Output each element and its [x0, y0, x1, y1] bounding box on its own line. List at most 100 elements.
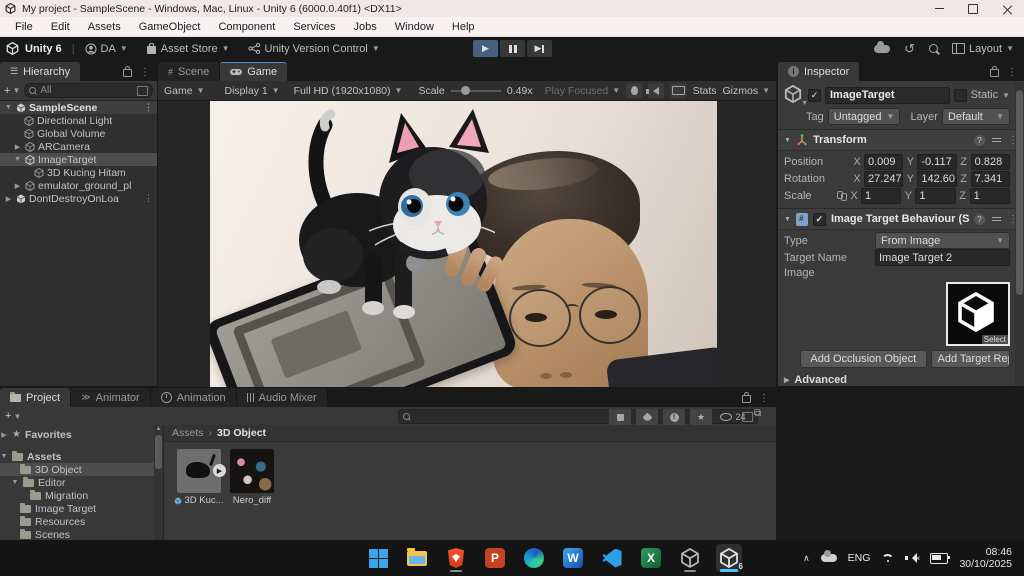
help-icon[interactable]: ? [974, 135, 985, 146]
tab-inspector[interactable]: i Inspector [778, 62, 859, 81]
asset-store-dropdown[interactable]: Asset Store▼ [146, 43, 230, 55]
menu-services[interactable]: Services [284, 21, 344, 33]
scale-slider-knob[interactable] [461, 86, 470, 95]
tree-scrollbar[interactable]: ▲ [154, 425, 163, 540]
hierarchy-row[interactable]: Directional Light [0, 114, 157, 127]
game-view-popup[interactable]: Game▼ [164, 85, 205, 97]
scrollbar-thumb[interactable] [155, 435, 162, 469]
inspector-scrollbar[interactable] [1015, 82, 1024, 386]
type-dropdown[interactable]: From Image▼ [875, 232, 1010, 249]
menu-assets[interactable]: Assets [79, 21, 130, 33]
presets-icon[interactable] [992, 138, 1001, 142]
step-button[interactable]: ▶ [527, 40, 552, 57]
close-button[interactable] [990, 0, 1024, 17]
maximize-button[interactable] [956, 0, 990, 17]
hierarchy-row-selected[interactable]: ▼ ImageTarget [0, 153, 157, 166]
folder-row[interactable]: ▼ Editor [0, 476, 163, 489]
lock-icon[interactable] [742, 395, 751, 403]
tab-hierarchy[interactable]: ☰ Hierarchy [0, 62, 80, 81]
foldout-open-icon[interactable]: ▼ [13, 156, 22, 163]
muted-speaker-icon[interactable]: × [905, 553, 919, 563]
tab-animation[interactable]: Animation [151, 388, 236, 407]
create-asset-button[interactable]: +▼ [5, 410, 21, 422]
tab-project[interactable]: Project [0, 388, 70, 407]
foldout-closed-icon[interactable]: ▶ [13, 143, 22, 151]
input-button[interactable] [670, 83, 686, 98]
vscode-button[interactable] [599, 544, 625, 572]
play-badge-icon[interactable]: ▶ [213, 464, 226, 477]
advanced-foldout[interactable]: ▶ Advanced [784, 372, 1010, 386]
scale-z-field[interactable]: 1 [970, 188, 1010, 204]
file-explorer-button[interactable] [404, 544, 430, 572]
favorites-row[interactable]: ▶★ Favorites [0, 428, 163, 441]
kebab-menu-icon[interactable]: ⋮ [144, 102, 157, 113]
hierarchy-row-scene[interactable]: ▼ SampleScene ⋮ [0, 101, 157, 114]
select-button[interactable]: Select [982, 335, 1008, 344]
brave-button[interactable] [443, 544, 469, 572]
foldout-open-icon[interactable]: ▼ [784, 137, 791, 144]
search-icon[interactable] [929, 44, 938, 53]
breadcrumb-root[interactable]: Assets [172, 427, 204, 439]
lock-icon[interactable] [123, 69, 132, 77]
scrollbar-thumb[interactable] [1016, 90, 1023, 295]
tray-expand-icon[interactable]: ∧ [803, 553, 810, 564]
clock[interactable]: 08:46 30/10/2025 [959, 546, 1012, 570]
warning-icon[interactable]: ! [662, 409, 685, 425]
scale-x-field[interactable]: 1 [861, 188, 901, 204]
hierarchy-row[interactable]: ▶ ARCamera [0, 140, 157, 153]
visibility-toggle[interactable]: 24 [716, 409, 750, 425]
mute-audio-button[interactable] [648, 83, 664, 98]
hierarchy-row[interactable]: ▶ emulator_ground_pl [0, 179, 157, 192]
hierarchy-row[interactable]: Global Volume [0, 127, 157, 140]
hierarchy-search-input[interactable]: All [24, 83, 153, 98]
component-enabled-checkbox[interactable]: ✓ [813, 213, 826, 226]
word-button[interactable]: W [560, 544, 586, 572]
gameobject-name-field[interactable]: ImageTarget [825, 87, 950, 104]
rotation-x-field[interactable]: 27.247 [864, 171, 903, 187]
hierarchy-row-scene2[interactable]: ▶ DontDestroyOnLoa ⋮ [0, 192, 157, 205]
scroll-up-icon[interactable]: ▲ [154, 425, 163, 434]
scale-slider[interactable] [451, 90, 501, 92]
menu-help[interactable]: Help [443, 21, 484, 33]
menu-file[interactable]: File [6, 21, 42, 33]
folder-row[interactable]: Resources [0, 515, 163, 528]
foldout-closed-icon[interactable]: ▶ [4, 195, 13, 203]
debug-button[interactable] [626, 83, 642, 98]
cloud-icon[interactable] [874, 45, 890, 53]
image-target-thumbnail[interactable]: Select [946, 282, 1010, 346]
language-indicator[interactable]: ENG [848, 552, 871, 564]
label-icon[interactable] [635, 409, 658, 425]
search-by-type-icon[interactable] [608, 409, 631, 425]
help-icon[interactable]: ? [974, 214, 985, 225]
tab-game[interactable]: Game [220, 62, 287, 81]
foldout-open-icon[interactable]: ▼ [4, 104, 13, 111]
kebab-menu-icon[interactable]: ⋮ [759, 393, 769, 404]
add-gameobject-button[interactable]: +▼ [4, 85, 20, 97]
search-by-type-icon[interactable]: ⧉ [754, 408, 761, 419]
foldout-closed-icon[interactable]: ▶ [13, 182, 22, 190]
assets-row[interactable]: ▼ Assets [0, 450, 163, 463]
add-target-representation-button[interactable]: Add Target Rep [931, 350, 1011, 368]
asset-texture[interactable]: Nero_diff [227, 449, 277, 506]
menu-gameobject[interactable]: GameObject [130, 21, 210, 33]
position-y-field[interactable]: -0.117 [917, 154, 956, 170]
menu-jobs[interactable]: Jobs [345, 21, 386, 33]
transform-header[interactable]: ▼ Transform ? ⋮ [778, 129, 1024, 151]
display-dropdown[interactable]: Display 1▼ [225, 85, 280, 97]
position-x-field[interactable]: 0.009 [864, 154, 903, 170]
stats-button[interactable]: Stats [693, 85, 717, 97]
scale-y-field[interactable]: 1 [915, 188, 955, 204]
undo-history-icon[interactable]: ↺ [904, 41, 915, 57]
account-dropdown[interactable]: DA▼ [85, 43, 128, 55]
image-target-behaviour-header[interactable]: ▼ ✓ Image Target Behaviour (S ? ⋮ [778, 208, 1024, 230]
asset-3d-model[interactable]: ▶ 3D Kuc... [174, 449, 224, 506]
presets-icon[interactable] [992, 217, 1001, 221]
position-z-field[interactable]: 0.828 [971, 154, 1010, 170]
folder-row[interactable]: Migration [0, 489, 163, 502]
active-checkbox[interactable]: ✓ [808, 89, 821, 102]
layout-dropdown[interactable]: Layout▼ [952, 43, 1014, 55]
static-dropdown-icon[interactable]: ▼ [1002, 91, 1010, 100]
kebab-menu-icon[interactable]: ⋮ [140, 67, 150, 78]
rotation-y-field[interactable]: 142.60 [917, 171, 956, 187]
lock-icon[interactable] [990, 69, 999, 77]
